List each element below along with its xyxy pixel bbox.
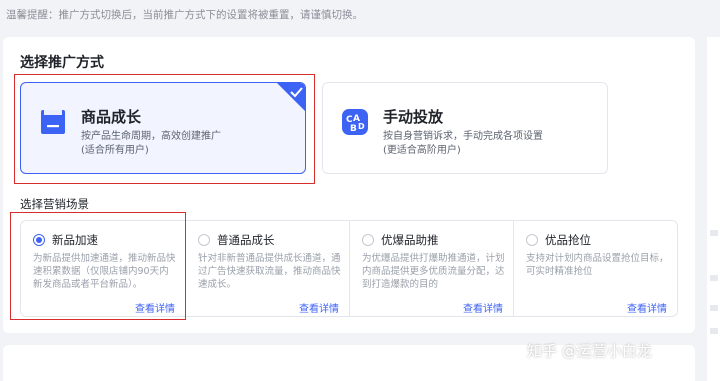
warning-tip: 温馨提醒：推广方式切换后，当前推广方式下的设置将被重置，请谨慎切换。 <box>6 9 363 21</box>
edge-mark <box>710 230 718 236</box>
side-panel-edge <box>707 37 720 381</box>
radio-button[interactable] <box>198 234 210 246</box>
promo-section-title: 选择推广方式 <box>20 55 104 71</box>
view-details-link[interactable]: 查看详情 <box>463 300 503 315</box>
scene-option-position-grab[interactable]: 优品抢位 支持对计划内商品设置抢位目标，可实时精准抢位 查看详情 <box>513 221 677 316</box>
edge-mark <box>710 275 718 281</box>
svg-text:D: D <box>358 122 365 131</box>
scene-description: 支持对计划内商品设置抢位目标，可实时精准抢位 <box>526 253 669 277</box>
manual-cards-icon: C A B D <box>342 109 368 135</box>
scene-name: 普通品成长 <box>217 233 275 247</box>
mode-title: 手动投放 <box>383 108 444 126</box>
radio-button[interactable] <box>526 234 538 246</box>
scene-option-hot-product[interactable]: 优爆品助推 为优爆品提供打爆助推通道，计划内商品提供更多优质流量分配，达到打造爆… <box>349 221 513 316</box>
scene-description: 为优爆品提供打爆助推通道，计划内商品提供更多优质流量分配，达到打造爆款的目的 <box>362 253 505 290</box>
annotation-box <box>10 212 186 320</box>
mode-desc-line: 按自身营销诉求，手动完成各项设置 <box>383 131 543 142</box>
edge-mark <box>710 305 718 311</box>
scene-section-title: 选择营销场景 <box>20 197 89 211</box>
radio-button[interactable] <box>362 234 374 246</box>
scene-option-normal-product[interactable]: 普通品成长 针对非新普通品提供成长通道，通过广告快速获取流量，推动商品快速成长。… <box>185 221 349 316</box>
edge-mark <box>710 328 718 334</box>
mode-description: 按自身营销诉求，手动完成各项设置 (更适合高阶用户) <box>383 130 543 158</box>
svg-text:B: B <box>350 124 357 134</box>
mode-desc-note: (更适合高阶用户) <box>383 145 461 156</box>
view-details-link[interactable]: 查看详情 <box>299 300 339 315</box>
mode-card-manual[interactable]: C A B D 手动投放 按自身营销诉求，手动完成各项设置 (更适合高阶用户) <box>322 82 608 174</box>
scene-description: 针对非新普通品提供成长通道，通过广告快速获取流量，推动商品快速成长。 <box>198 253 341 290</box>
scene-name: 优爆品助推 <box>381 233 439 247</box>
annotation-box <box>14 74 315 184</box>
scene-name: 优品抢位 <box>545 233 591 247</box>
watermark: 知乎 @运营小白龙 <box>527 342 652 360</box>
view-details-link[interactable]: 查看详情 <box>627 300 667 315</box>
